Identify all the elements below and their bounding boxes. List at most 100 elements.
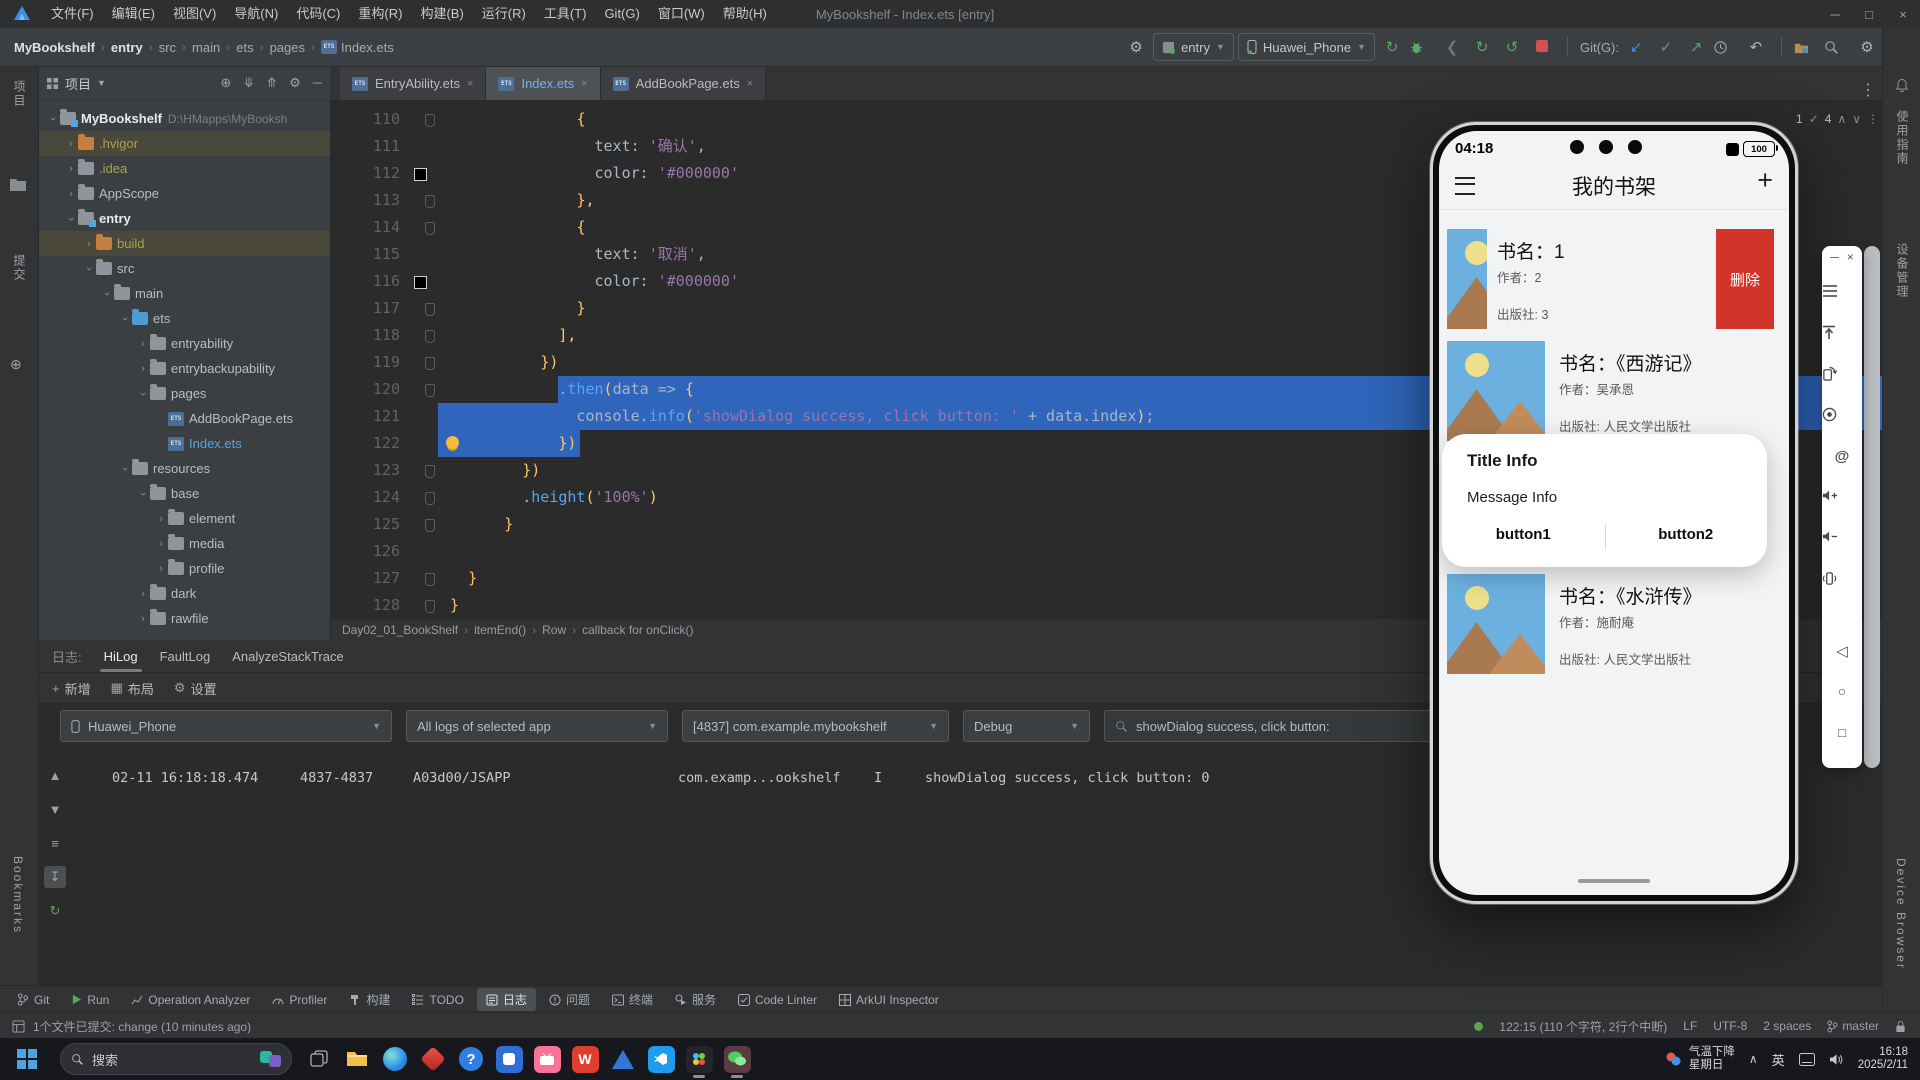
tree-item-.idea[interactable]: ›.idea <box>38 156 330 181</box>
inspection-menu-icon[interactable]: ⋮ <box>1867 112 1879 126</box>
delete-button[interactable]: 删除 <box>1716 229 1774 329</box>
log-tab-HiLog[interactable]: HiLog <box>104 649 138 664</box>
stripe-commit-tab[interactable]: 提交 <box>11 254 28 282</box>
tree-item-main[interactable]: ›main <box>38 281 330 306</box>
color-swatch[interactable] <box>414 276 427 289</box>
tree-chevron-icon[interactable]: › <box>136 613 150 625</box>
clock-widget[interactable]: 16:182025/2/11 <box>1858 1046 1908 1072</box>
tree-chevron-icon[interactable]: › <box>83 262 95 276</box>
refresh-icon[interactable]: ↻ <box>44 900 66 922</box>
tab-Index.ets[interactable]: ETSIndex.ets× <box>486 67 600 100</box>
notifications-bell-icon[interactable] <box>1895 78 1909 93</box>
tree-chevron-icon[interactable]: › <box>136 338 150 350</box>
fold-marker-icon[interactable] <box>425 519 435 532</box>
wrap-icon[interactable]: ≡ <box>44 832 66 854</box>
breadcrumb-item[interactable]: main <box>192 40 220 55</box>
tree-item-element[interactable]: ›element <box>38 506 330 531</box>
tab-AddBookPage.ets[interactable]: ETSAddBookPage.ets× <box>601 67 767 100</box>
emulator-vol-up-icon[interactable] <box>1822 489 1862 502</box>
window-close-button[interactable]: × <box>1886 7 1920 22</box>
tree-item-AddBookPage.ets[interactable]: ETSAddBookPage.ets <box>38 406 330 431</box>
fold-marker-icon[interactable] <box>425 114 435 127</box>
taskbar-app-edge[interactable] <box>376 1039 414 1079</box>
device-selector[interactable]: Huawei_Phone▼ <box>1238 33 1375 61</box>
stripe-guide-tab[interactable]: 使用指南 <box>1894 110 1911 166</box>
editor-breadcrumb-item[interactable]: callback for onClick() <box>582 623 693 637</box>
tree-chevron-icon[interactable]: › <box>154 538 168 550</box>
emulator-vibrate-icon[interactable] <box>1822 571 1862 586</box>
search-everywhere-icon[interactable] <box>1824 40 1850 55</box>
line-ending[interactable]: LF <box>1683 1019 1697 1033</box>
log-action-布局[interactable]: ▦布局 <box>111 679 154 698</box>
stripe-project-tab[interactable]: 项目 <box>11 80 28 108</box>
log-tab-AnalyzeStackTrace[interactable]: AnalyzeStackTrace <box>232 649 344 664</box>
window-minimize-button[interactable]: ─ <box>1818 7 1852 22</box>
run-button[interactable]: ↻ <box>1379 38 1405 56</box>
taskbar-app-red-gem[interactable] <box>414 1039 452 1079</box>
intention-bulb-icon[interactable] <box>446 436 459 449</box>
tree-item-rawfile[interactable]: ›rawfile <box>38 606 330 631</box>
emulator-recents-icon[interactable]: □ <box>1822 724 1862 742</box>
book-item[interactable]: 书名：《水浒传》作者：施耐庵出版社: 人民文学出版社 <box>1439 572 1789 674</box>
log-device-select[interactable]: Huawei_Phone▼ <box>60 710 392 742</box>
tree-item-entry[interactable]: ›entry <box>38 206 330 231</box>
breadcrumb-item[interactable]: entry <box>111 40 143 55</box>
tree-chevron-icon[interactable]: › <box>119 462 131 476</box>
fold-marker-icon[interactable] <box>425 195 435 208</box>
fold-marker-icon[interactable] <box>425 384 435 397</box>
input-language[interactable]: 英 <box>1772 1050 1785 1069</box>
tree-item-profile[interactable]: ›profile <box>38 556 330 581</box>
module-selector[interactable]: entry▼ <box>1153 33 1234 61</box>
editor-breadcrumb-item[interactable]: Day02_01_BookShelf <box>342 623 458 637</box>
emulator-minimize-icon[interactable]: ─ <box>1830 250 1839 264</box>
tree-item-pages[interactable]: ›pages <box>38 381 330 406</box>
caret-position[interactable]: 122:15 (110 个字符, 2行个中断) <box>1499 1018 1667 1035</box>
prev-problem-icon[interactable]: ∧ <box>1837 112 1846 126</box>
tree-chevron-icon[interactable]: › <box>154 563 168 575</box>
taskbar-app-task-view[interactable] <box>300 1039 338 1079</box>
up-icon[interactable]: ▲ <box>44 764 66 786</box>
rollback-button[interactable]: ↶ <box>1743 38 1769 56</box>
tree-item-entryability[interactable]: ›entryability <box>38 331 330 356</box>
tab-EntryAbility.ets[interactable]: ETSEntryAbility.ets× <box>340 67 486 100</box>
tree-chevron-icon[interactable]: › <box>65 212 77 226</box>
hide-panel-icon[interactable]: ─ <box>313 75 322 91</box>
fold-marker-icon[interactable] <box>425 600 435 613</box>
expand-all-icon[interactable]: ⤋ <box>243 75 254 91</box>
tree-chevron-icon[interactable]: › <box>119 312 131 326</box>
tree-chevron-icon[interactable]: › <box>154 513 168 525</box>
taskbar-app-bilibili[interactable] <box>528 1039 566 1079</box>
menu-窗口(W)[interactable]: 窗口(W) <box>649 6 714 21</box>
tree-item-base[interactable]: ›base <box>38 481 330 506</box>
breadcrumb-item[interactable]: pages <box>270 40 305 55</box>
color-swatch[interactable] <box>414 168 427 181</box>
ide-settings-icon[interactable]: ⚙ <box>1854 38 1880 56</box>
tree-chevron-icon[interactable]: › <box>137 387 149 401</box>
taskbar-search-input[interactable]: 搜索 <box>60 1043 292 1075</box>
stripe-device-manager-tab[interactable]: 设备管理 <box>1894 243 1911 299</box>
menu-编辑(E)[interactable]: 编辑(E) <box>103 6 164 21</box>
stripe-device-browser-tab[interactable]: Device Browser <box>1894 858 1908 970</box>
volume-icon[interactable] <box>1829 1053 1844 1066</box>
breadcrumb-item[interactable]: Index.ets <box>341 40 394 55</box>
emulator-back-icon[interactable]: ◁ <box>1822 642 1862 661</box>
toolwindow-日志[interactable]: 日志 <box>477 988 536 1011</box>
window-maximize-button[interactable]: □ <box>1852 7 1886 22</box>
fold-marker-icon[interactable] <box>425 465 435 478</box>
tree-chevron-icon[interactable]: › <box>137 487 149 501</box>
git-commit-button[interactable]: ✓ <box>1653 38 1679 56</box>
fold-marker-icon[interactable] <box>425 573 435 586</box>
menu-工具(T)[interactable]: 工具(T) <box>535 6 596 21</box>
stripe-bookmarks-tab[interactable]: Bookmarks <box>11 856 25 934</box>
debug-restart-button[interactable]: ↺ <box>1499 38 1525 56</box>
log-level-select[interactable]: Debug▼ <box>963 710 1090 742</box>
collapse-all-icon[interactable]: ⤊ <box>266 75 277 91</box>
toolwindow-构建[interactable]: 构建 <box>340 988 399 1011</box>
status-message[interactable]: 1个文件已提交: change (10 minutes ago) <box>33 1018 251 1035</box>
next-problem-icon[interactable]: ∨ <box>1852 112 1861 126</box>
tree-chevron-icon[interactable]: › <box>47 112 59 126</box>
menu-文件(F)[interactable]: 文件(F) <box>42 6 103 21</box>
taskbar-app-deveco[interactable] <box>680 1039 718 1079</box>
emulator-home-icon[interactable]: ○ <box>1822 683 1862 701</box>
log-process-select[interactable]: [4837] com.example.mybookshelf▼ <box>682 710 949 742</box>
